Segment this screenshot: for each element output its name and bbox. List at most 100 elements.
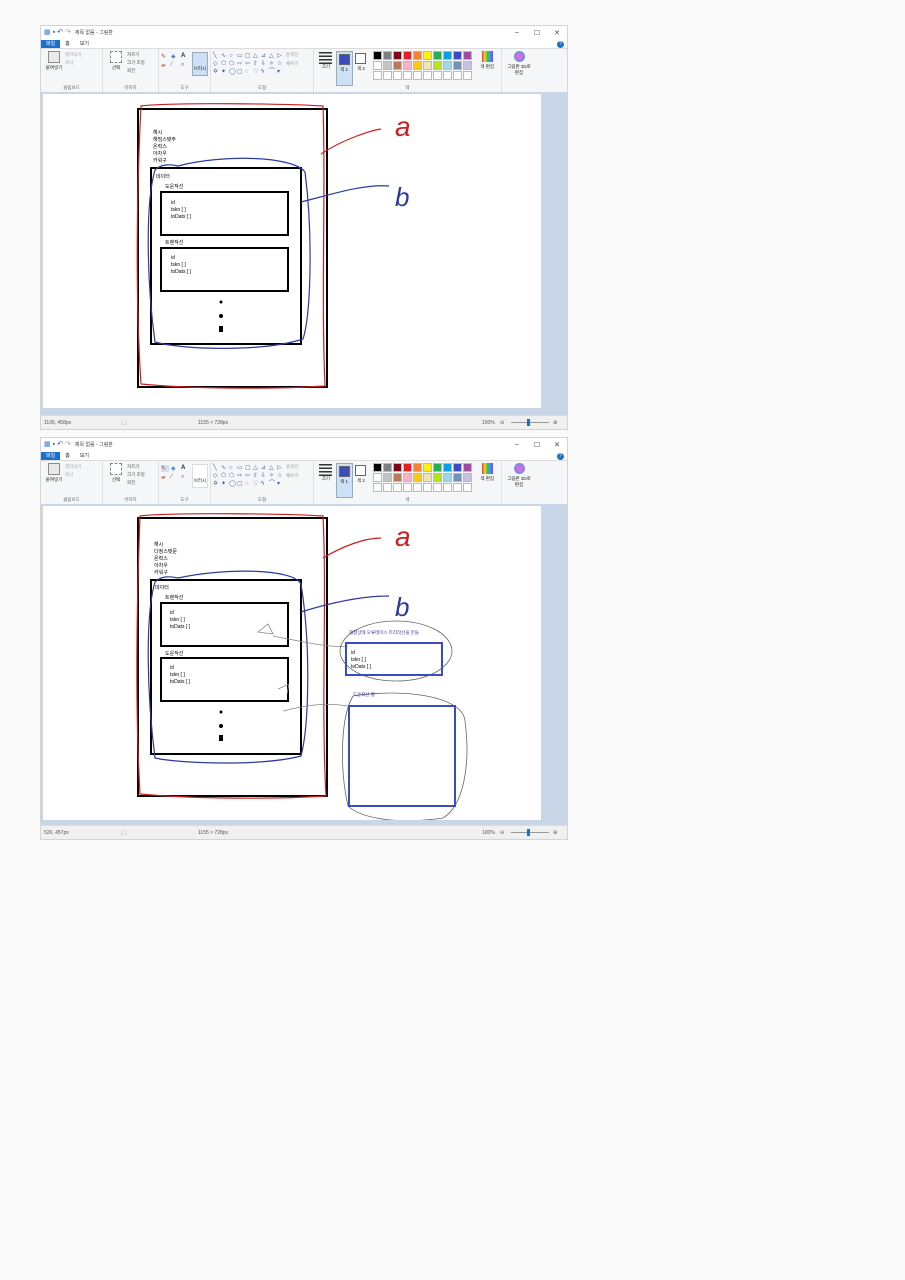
- crop-button[interactable]: 자르기: [127, 464, 145, 470]
- outline-button[interactable]: 윤곽선: [286, 464, 298, 470]
- edit-colors-button[interactable]: 색 편집: [475, 51, 499, 70]
- help-icon[interactable]: ?: [557, 453, 564, 460]
- pencil-icon[interactable]: ✎: [161, 53, 169, 60]
- fill-icon[interactable]: ◈: [171, 465, 179, 472]
- color-swatch[interactable]: [463, 61, 473, 70]
- save-icon[interactable]: ▪: [53, 29, 55, 36]
- color-swatch[interactable]: [383, 483, 393, 492]
- color-swatch[interactable]: [413, 473, 423, 482]
- color-swatch[interactable]: [453, 483, 463, 492]
- color-swatch[interactable]: [463, 473, 473, 482]
- zoom-out-icon[interactable]: ⊖: [500, 420, 504, 426]
- color-swatch[interactable]: [423, 473, 433, 482]
- color-swatch[interactable]: [393, 483, 403, 492]
- color-swatch[interactable]: [403, 71, 413, 80]
- color-swatch[interactable]: [373, 61, 383, 70]
- tab-view[interactable]: 보기: [75, 40, 94, 48]
- color-swatch[interactable]: [393, 473, 403, 482]
- color-swatch[interactable]: [413, 463, 423, 472]
- color-swatch[interactable]: [463, 71, 473, 80]
- brushes-button[interactable]: 브러시: [192, 52, 208, 76]
- copy-button[interactable]: 복사: [65, 60, 82, 66]
- close-icon[interactable]: ✕: [547, 29, 567, 37]
- magnifier-icon[interactable]: ⌕: [181, 474, 189, 481]
- tab-home[interactable]: 홈: [60, 452, 75, 460]
- close-icon[interactable]: ✕: [547, 441, 567, 449]
- color-swatch[interactable]: [443, 463, 453, 472]
- color-swatch[interactable]: [443, 71, 453, 80]
- color-swatch[interactable]: [413, 51, 423, 60]
- resize-button[interactable]: 크기 조정: [127, 472, 145, 478]
- text-icon[interactable]: A: [181, 465, 189, 472]
- color-swatch[interactable]: [383, 463, 393, 472]
- color-swatch[interactable]: [373, 483, 383, 492]
- color-swatch[interactable]: [413, 483, 423, 492]
- eraser-icon[interactable]: ▰: [161, 62, 169, 69]
- color-swatch[interactable]: [453, 61, 463, 70]
- color-swatch[interactable]: [403, 483, 413, 492]
- zoom-slider-thumb[interactable]: [527, 419, 530, 426]
- maximize-icon[interactable]: ☐: [527, 29, 547, 37]
- zoom-slider[interactable]: [511, 832, 549, 833]
- color-swatch[interactable]: [413, 71, 423, 80]
- color1-button[interactable]: 색 1: [335, 51, 353, 86]
- color-swatch[interactable]: [423, 51, 433, 60]
- minimize-icon[interactable]: –: [507, 441, 527, 449]
- tab-view[interactable]: 보기: [75, 452, 94, 460]
- fill-icon[interactable]: ◈: [171, 53, 179, 60]
- color-swatch[interactable]: [433, 483, 443, 492]
- zoom-slider[interactable]: [511, 422, 549, 423]
- color-swatch[interactable]: [383, 473, 393, 482]
- color-swatch[interactable]: [373, 71, 383, 80]
- maximize-icon[interactable]: ☐: [527, 441, 547, 449]
- save-icon[interactable]: ▪: [53, 441, 55, 448]
- color-swatch[interactable]: [463, 483, 473, 492]
- tab-file[interactable]: 파일: [41, 40, 61, 48]
- tab-home[interactable]: 홈: [60, 40, 75, 48]
- color-swatch[interactable]: [453, 473, 463, 482]
- pencil-icon[interactable]: ✎: [161, 465, 169, 472]
- color-swatch[interactable]: [453, 463, 463, 472]
- cut-button[interactable]: 잘라내기: [65, 464, 82, 470]
- color-swatch[interactable]: [423, 61, 433, 70]
- redo-icon[interactable]: ↷: [65, 441, 71, 448]
- color-swatch[interactable]: [383, 61, 393, 70]
- color-swatch[interactable]: [383, 51, 393, 60]
- color2-button[interactable]: 색 2: [353, 463, 370, 498]
- cut-button[interactable]: 잘라내기: [65, 52, 82, 58]
- color-swatch[interactable]: [403, 463, 413, 472]
- color-picker-icon[interactable]: ⁄: [171, 62, 179, 69]
- color-swatch[interactable]: [443, 483, 453, 492]
- color-swatch[interactable]: [393, 71, 403, 80]
- color-swatch[interactable]: [453, 71, 463, 80]
- color-swatch[interactable]: [433, 473, 443, 482]
- tab-file[interactable]: 파일: [41, 452, 61, 460]
- zoom-slider-thumb[interactable]: [527, 829, 530, 836]
- brushes-button[interactable]: 브러시: [192, 464, 208, 488]
- rotate-button[interactable]: 회전: [127, 480, 145, 486]
- color-swatch[interactable]: [433, 51, 443, 60]
- color-swatch[interactable]: [403, 51, 413, 60]
- zoom-out-icon[interactable]: ⊖: [500, 830, 504, 836]
- color-swatch[interactable]: [393, 61, 403, 70]
- color-swatch[interactable]: [433, 61, 443, 70]
- zoom-in-icon[interactable]: ⊕: [553, 830, 557, 836]
- color-swatch[interactable]: [463, 463, 473, 472]
- eraser-icon[interactable]: ▰: [161, 474, 169, 481]
- color-swatch[interactable]: [373, 473, 383, 482]
- minimize-icon[interactable]: –: [507, 29, 527, 37]
- rotate-button[interactable]: 회전: [127, 68, 145, 74]
- color-swatch[interactable]: [463, 51, 473, 60]
- color-swatch[interactable]: [393, 51, 403, 60]
- size-button[interactable]: 크기: [316, 463, 336, 482]
- select-button[interactable]: 선택: [105, 51, 127, 71]
- copy-button[interactable]: 복사: [65, 472, 82, 478]
- color-swatch[interactable]: [433, 71, 443, 80]
- color1-button[interactable]: 색 1: [335, 463, 353, 498]
- color-swatch[interactable]: [373, 51, 383, 60]
- color-swatch[interactable]: [393, 463, 403, 472]
- color-swatch[interactable]: [423, 463, 433, 472]
- paint3d-button[interactable]: 그림판 3D로 편집: [507, 51, 531, 76]
- undo-icon[interactable]: ↶: [57, 441, 63, 448]
- color-swatch[interactable]: [443, 61, 453, 70]
